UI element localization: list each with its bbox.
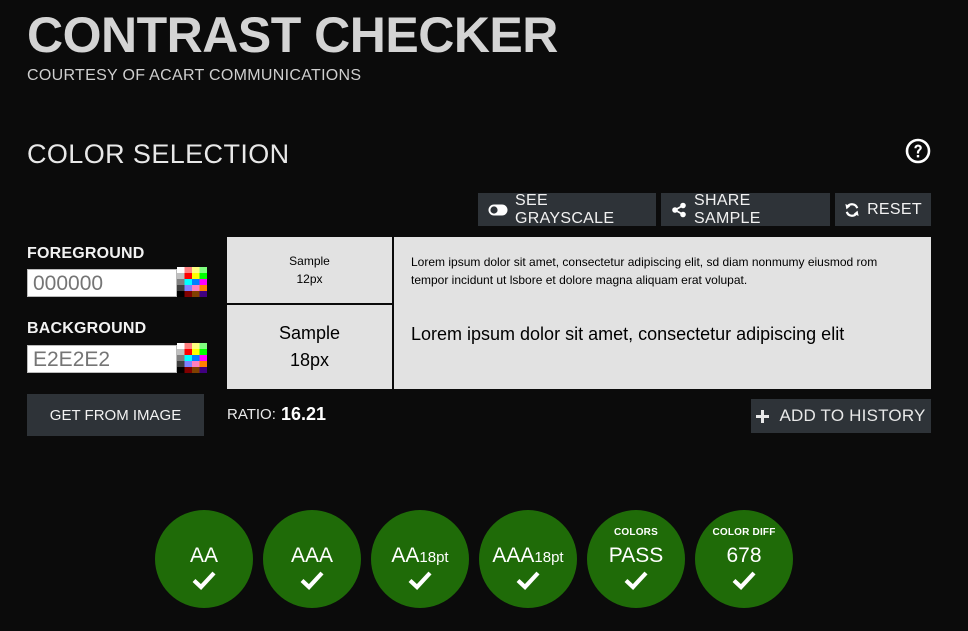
check-icon xyxy=(732,571,756,590)
share-sample-label: SHARE SAMPLE xyxy=(694,191,761,227)
reset-label: RESET xyxy=(867,200,922,218)
badge-main-label: AAA xyxy=(290,544,334,567)
share-icon xyxy=(672,202,686,217)
see-grayscale-label: SEE GRAYSCALE xyxy=(515,191,615,227)
sample-18px-text: Lorem ipsum dolor sit amet, consectetur … xyxy=(411,324,845,344)
foreground-label: FOREGROUND xyxy=(27,245,145,262)
foreground-color-input[interactable] xyxy=(27,269,177,297)
see-grayscale-button[interactable]: SEE GRAYSCALE xyxy=(478,191,656,227)
sample-12px-label-line2: 12px xyxy=(296,272,323,286)
check-icon xyxy=(408,571,432,590)
plus-icon xyxy=(756,409,770,423)
sample-18px-label: Sample 18px xyxy=(227,320,392,374)
check-icon xyxy=(624,571,648,590)
badge-aa: AA xyxy=(155,510,253,608)
badge-aaa-18pt: AAA18pt xyxy=(479,510,577,608)
sample-preview: Sample 12px Lorem ipsum dolor sit amet, … xyxy=(227,237,931,389)
foreground-palette-icon[interactable] xyxy=(177,267,207,297)
add-to-history-button[interactable]: ADD TO HISTORY xyxy=(751,399,931,433)
refresh-icon xyxy=(845,202,859,217)
ratio-value: 16.21 xyxy=(281,404,327,424)
check-icon xyxy=(192,571,216,590)
sample-18px-label-line1: Sample xyxy=(278,323,341,343)
badge-main-label: AAA18pt xyxy=(492,544,564,567)
page-title: CONTRAST CHECKER xyxy=(27,7,558,63)
badge-aa-18pt: AA18pt xyxy=(371,510,469,608)
background-color-input[interactable] xyxy=(27,345,177,373)
get-from-image-button[interactable]: GET FROM IMAGE xyxy=(27,394,204,436)
badge-main-label: PASS xyxy=(608,544,664,567)
badge-main-label: 678 xyxy=(726,544,762,567)
badge-small-label: COLOR DIFF xyxy=(712,527,776,538)
reset-button[interactable]: RESET xyxy=(835,193,931,226)
badge-main-label: AA xyxy=(189,544,218,567)
sample-12px-label-line1: Sample xyxy=(289,254,330,268)
background-palette-icon[interactable] xyxy=(177,343,207,373)
share-sample-button[interactable]: SHARE SAMPLE xyxy=(661,191,830,227)
badge-color-diff: COLOR DIFF 678 xyxy=(695,510,793,608)
badge-small-label: COLORS xyxy=(614,527,658,538)
sample-divider-horizontal xyxy=(227,303,393,305)
toggle-icon xyxy=(488,204,508,215)
check-icon xyxy=(516,571,540,590)
ratio-label: RATIO: xyxy=(227,406,276,423)
badge-colors-pass: COLORS PASS xyxy=(587,510,685,608)
check-icon xyxy=(300,571,324,590)
sample-12px-label: Sample 12px xyxy=(227,252,392,288)
sample-12px-text: Lorem ipsum dolor sit amet, consectetur … xyxy=(411,255,878,287)
add-to-history-label: ADD TO HISTORY xyxy=(779,406,926,425)
badge-aaa: AAA xyxy=(263,510,361,608)
question-circle-icon[interactable] xyxy=(905,138,931,164)
section-title: COLOR SELECTION xyxy=(27,139,290,169)
badge-main-label: AA18pt xyxy=(391,544,449,567)
page-subtitle: COURTESY OF ACART COMMUNICATIONS xyxy=(27,67,362,84)
background-label: BACKGROUND xyxy=(27,320,147,337)
sample-18px-label-line2: 18px xyxy=(289,350,330,370)
sample-divider-vertical xyxy=(392,237,394,389)
